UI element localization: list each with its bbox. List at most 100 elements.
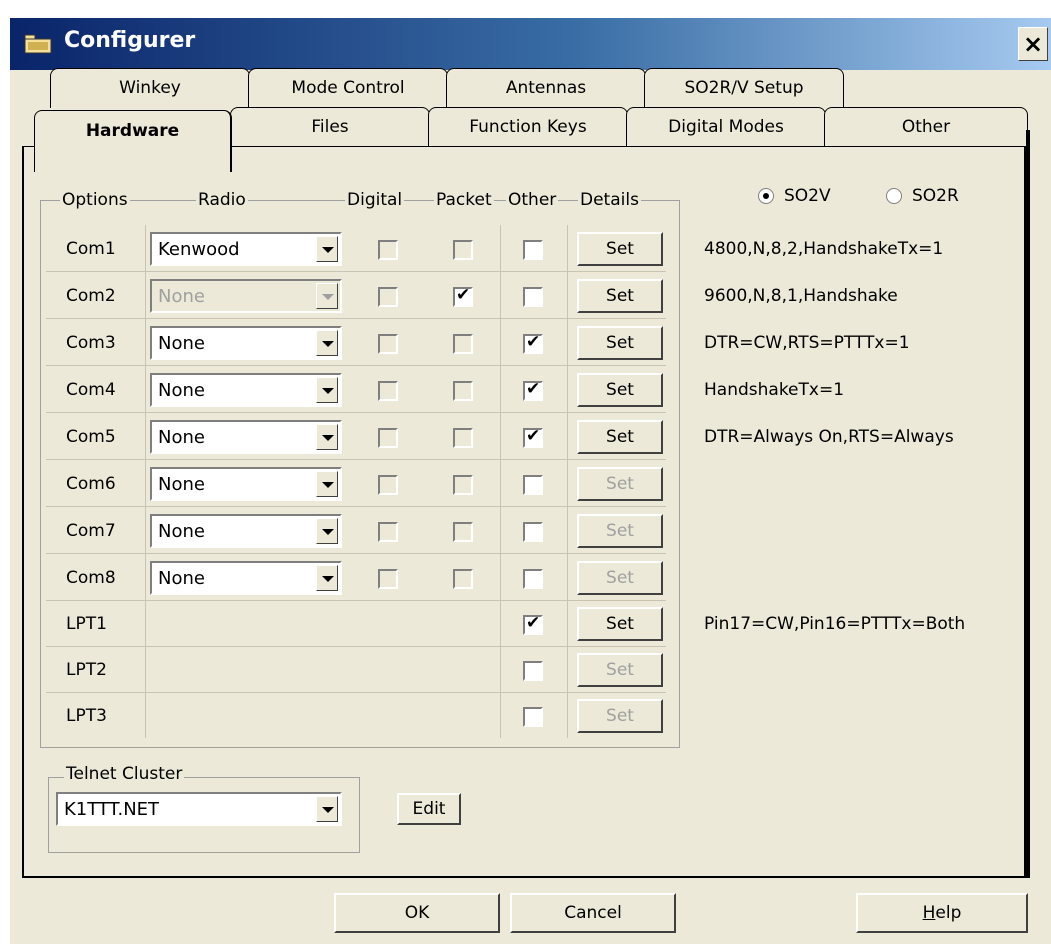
set-button[interactable]: Set: [577, 699, 663, 733]
radio-dropdown[interactable]: None: [150, 373, 342, 407]
chevron-down-icon[interactable]: [316, 377, 338, 403]
grid-divider: [567, 225, 568, 738]
port-label: Com5: [66, 427, 116, 447]
other-checkbox[interactable]: [523, 426, 543, 448]
telnet-cluster-dropdown[interactable]: K1TTT.NET: [56, 792, 342, 826]
header-packet: Packet: [434, 190, 494, 210]
other-checkbox[interactable]: [523, 379, 543, 401]
tab-hardware[interactable]: Hardware: [34, 110, 232, 172]
packet-checkbox[interactable]: [453, 475, 473, 495]
telnet-cluster-label: Telnet Cluster: [64, 764, 185, 784]
close-button[interactable]: ×: [1018, 27, 1048, 61]
set-button[interactable]: Set: [577, 326, 663, 360]
chevron-down-icon[interactable]: [316, 283, 338, 309]
chevron-down-icon[interactable]: [316, 236, 338, 262]
chevron-down-icon[interactable]: [316, 565, 338, 591]
set-button[interactable]: Set: [577, 232, 663, 266]
set-button[interactable]: Set: [577, 653, 663, 687]
other-checkbox[interactable]: [523, 475, 543, 495]
other-checkbox[interactable]: [523, 569, 543, 589]
digital-checkbox[interactable]: [378, 475, 398, 495]
tab-winkey[interactable]: Winkey: [50, 68, 250, 108]
grid-row-divider: [46, 553, 666, 554]
radio-dropdown[interactable]: None: [150, 467, 342, 501]
other-checkbox[interactable]: [523, 661, 543, 681]
grid-row-divider: [46, 506, 666, 507]
radio-dropdown[interactable]: Kenwood: [150, 232, 342, 266]
radio-dropdown[interactable]: None: [150, 279, 342, 313]
digital-checkbox[interactable]: [378, 334, 398, 354]
radio-dropdown[interactable]: None: [150, 514, 342, 548]
other-checkbox[interactable]: [523, 240, 543, 260]
port-label: Com1: [66, 239, 116, 259]
radio-value: Kenwood: [158, 239, 240, 260]
tab-other[interactable]: Other: [824, 107, 1028, 147]
other-checkbox[interactable]: [523, 287, 543, 307]
digital-checkbox[interactable]: [378, 240, 398, 260]
tab-files[interactable]: Files: [230, 107, 430, 147]
packet-checkbox[interactable]: [453, 569, 473, 589]
cancel-button[interactable]: Cancel: [510, 893, 676, 933]
help-button[interactable]: Help: [856, 893, 1028, 933]
digital-checkbox[interactable]: [378, 522, 398, 542]
set-button[interactable]: Set: [577, 373, 663, 407]
set-button[interactable]: Set: [577, 467, 663, 501]
grid-row-divider: [46, 412, 666, 413]
app-folder-icon: [24, 34, 52, 54]
digital-checkbox[interactable]: [378, 287, 398, 307]
port-label: Com6: [66, 474, 116, 494]
chevron-down-icon[interactable]: [316, 518, 338, 544]
chevron-down-icon[interactable]: [316, 796, 338, 822]
grid-row-divider: [46, 271, 666, 272]
so2r-radio[interactable]: [886, 188, 902, 204]
port-settings-text: Pin17=CW,Pin16=PTTTx=Both: [704, 614, 966, 634]
radio-value: None: [158, 380, 205, 401]
packet-checkbox[interactable]: [453, 285, 473, 307]
grid-divider: [145, 225, 146, 738]
radio-dropdown[interactable]: None: [150, 420, 342, 454]
set-button[interactable]: Set: [577, 514, 663, 548]
port-settings-text: DTR=CW,RTS=PTTTx=1: [704, 333, 910, 353]
edit-button[interactable]: Edit: [397, 793, 461, 825]
chevron-down-icon[interactable]: [316, 330, 338, 356]
set-button[interactable]: Set: [577, 420, 663, 454]
other-checkbox[interactable]: [523, 613, 543, 635]
tab-antennas[interactable]: Antennas: [446, 68, 646, 108]
tab-digital-modes[interactable]: Digital Modes: [626, 107, 826, 147]
set-button[interactable]: Set: [577, 279, 663, 313]
other-checkbox[interactable]: [523, 707, 543, 727]
set-button[interactable]: Set: [577, 561, 663, 595]
port-settings-text: DTR=Always On,RTS=Always: [704, 427, 954, 447]
grid-row-divider: [46, 692, 666, 693]
title-bar[interactable]: Configurer ×: [10, 18, 1051, 70]
port-label: Com4: [66, 380, 116, 400]
so2v-radio[interactable]: [758, 188, 774, 204]
chevron-down-icon[interactable]: [316, 424, 338, 450]
digital-checkbox[interactable]: [378, 569, 398, 589]
packet-checkbox[interactable]: [453, 381, 473, 401]
packet-checkbox[interactable]: [453, 334, 473, 354]
radio-value: None: [158, 333, 205, 354]
tab-function-keys[interactable]: Function Keys: [428, 107, 628, 147]
other-checkbox[interactable]: [523, 522, 543, 542]
header-digital: Digital: [345, 190, 405, 210]
header-options: Options: [60, 190, 130, 210]
radio-dropdown[interactable]: None: [150, 326, 342, 360]
radio-value: None: [158, 286, 205, 307]
header-details: Details: [578, 190, 641, 210]
digital-checkbox[interactable]: [378, 428, 398, 448]
chevron-down-icon[interactable]: [316, 471, 338, 497]
grid-row-divider: [46, 600, 666, 601]
digital-checkbox[interactable]: [378, 381, 398, 401]
window-title: Configurer: [64, 28, 196, 53]
radio-dropdown[interactable]: None: [150, 561, 342, 595]
set-button[interactable]: Set: [577, 607, 663, 641]
packet-checkbox[interactable]: [453, 428, 473, 448]
ok-button[interactable]: OK: [334, 893, 500, 933]
help-accel: H: [922, 903, 936, 923]
tab-mode-control[interactable]: Mode Control: [248, 68, 448, 108]
other-checkbox[interactable]: [523, 332, 543, 354]
tab-so2r-setup[interactable]: SO2R/V Setup: [644, 68, 844, 108]
packet-checkbox[interactable]: [453, 522, 473, 542]
packet-checkbox[interactable]: [453, 240, 473, 260]
